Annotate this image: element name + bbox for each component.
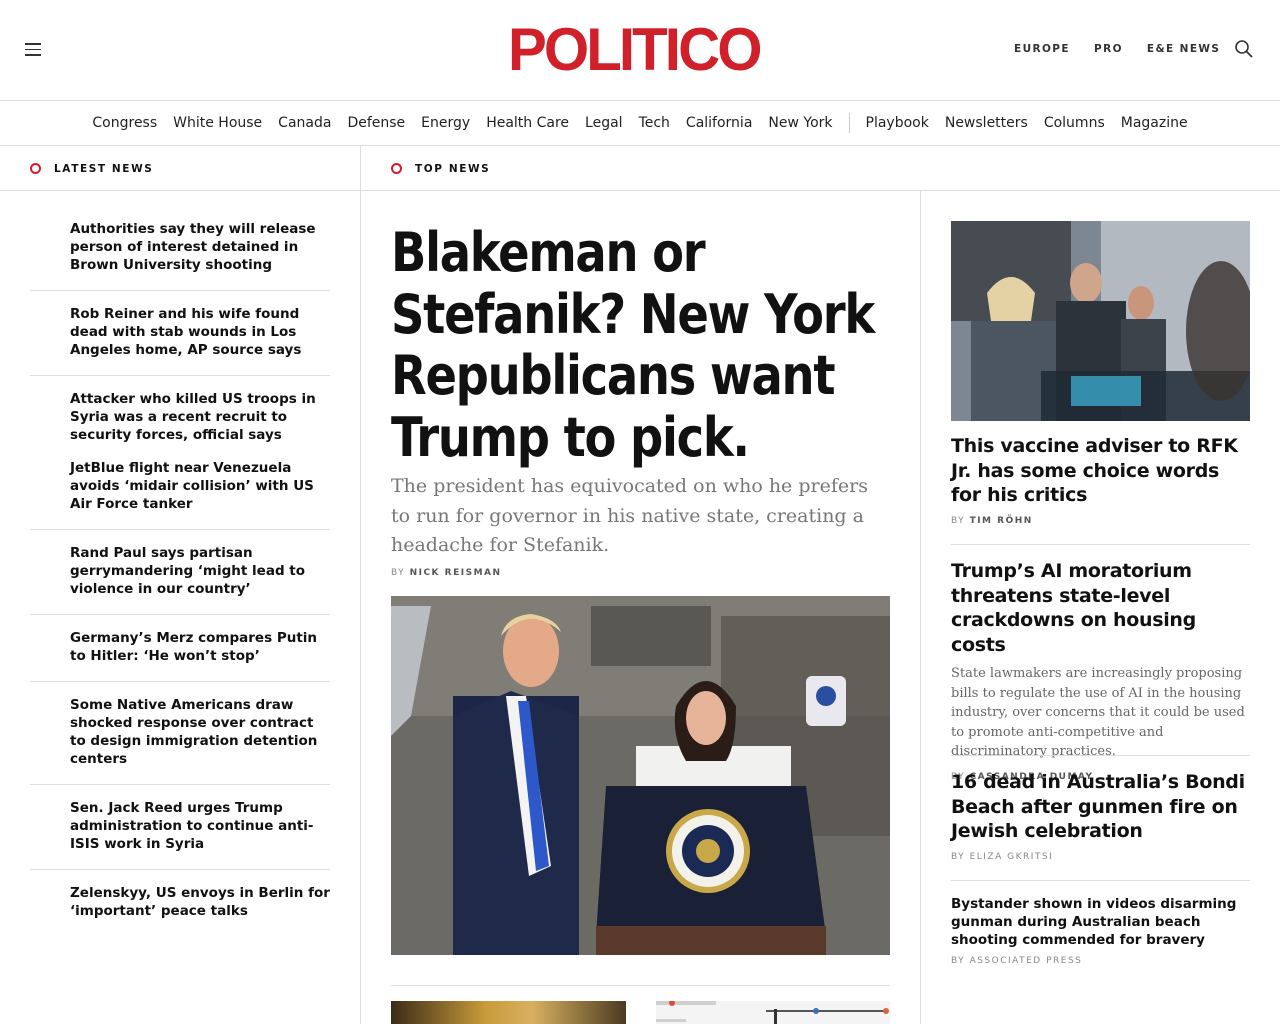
story-thumbnail[interactable]: [391, 1001, 626, 1024]
headline[interactable]: Germany’s Merz compares Putin to Hitler:…: [70, 629, 330, 665]
divider: [951, 755, 1250, 756]
nav-energy[interactable]: Energy: [421, 115, 470, 131]
lead-photo[interactable]: [391, 596, 890, 955]
chart-thumbnail-icon: [656, 1001, 889, 1024]
nav-newsletters[interactable]: Newsletters: [945, 115, 1028, 131]
nav-white-house[interactable]: White House: [173, 115, 262, 131]
author-link[interactable]: ASSOCIATED PRESS: [970, 956, 1083, 966]
list-item[interactable]: Rob Reiner and his wife found dead with …: [30, 291, 330, 376]
latest-news-list: Authorities say they will release person…: [30, 191, 330, 936]
nav-defense[interactable]: Defense: [347, 115, 405, 131]
section-nav: Congress White House Canada Defense Ener…: [0, 101, 1280, 146]
story-photo[interactable]: [951, 221, 1250, 421]
headline[interactable]: Some Native Americans draw shocked respo…: [70, 696, 330, 768]
headline[interactable]: Sen. Jack Reed urges Trump administratio…: [70, 799, 330, 853]
link-ee-news[interactable]: E&E NEWS: [1147, 43, 1220, 55]
story-card[interactable]: 16 dead in Australia’s Bondi Beach after…: [951, 770, 1250, 862]
story-card[interactable]: Trump’s AI moratorium threatens state-le…: [951, 559, 1250, 782]
list-item[interactable]: Zelenskyy, US envoys in Berlin for ‘impo…: [30, 870, 330, 936]
divider: [951, 880, 1250, 881]
story-card[interactable]: This vaccine adviser to RFK Jr. has some…: [951, 434, 1250, 526]
red-circle-icon: [30, 163, 41, 174]
nav-columns[interactable]: Columns: [1044, 115, 1105, 131]
column-divider: [920, 191, 921, 1024]
byline-prefix: BY: [391, 568, 406, 578]
latest-news-header: LATEST NEWS: [30, 146, 153, 191]
author-link[interactable]: ELIZA GKRITSI: [970, 852, 1054, 862]
story-dek: State lawmakers are increasingly proposi…: [951, 666, 1245, 759]
search-icon[interactable]: [1234, 39, 1254, 59]
nav-magazine[interactable]: Magazine: [1121, 115, 1188, 131]
top-links: EUROPE PRO E&E NEWS: [1014, 43, 1244, 55]
nav-legal[interactable]: Legal: [585, 115, 623, 131]
headline[interactable]: JetBlue flight near Venezuela avoids ‘mi…: [70, 459, 330, 513]
nav-new-york[interactable]: New York: [768, 115, 832, 131]
nav-divider: [848, 113, 850, 133]
story-headline[interactable]: This vaccine adviser to RFK Jr. has some…: [951, 434, 1250, 508]
lead-dek: The president has equivocated on who he …: [391, 475, 868, 556]
top-news-label: TOP NEWS: [415, 162, 491, 175]
nav-canada[interactable]: Canada: [278, 115, 331, 131]
byline-prefix: BY: [951, 851, 966, 862]
divider: [951, 544, 1250, 545]
story-thumbnail[interactable]: [656, 1001, 890, 1024]
headline[interactable]: Rand Paul says partisan gerrymandering ‘…: [70, 544, 330, 598]
nav-health-care[interactable]: Health Care: [486, 115, 569, 131]
list-item[interactable]: Rand Paul says partisan gerrymandering ‘…: [30, 530, 330, 615]
column-headers: LATEST NEWS TOP NEWS: [0, 146, 1280, 191]
story-card[interactable]: Bystander shown in videos disarming gunm…: [951, 895, 1250, 966]
menu-icon[interactable]: [25, 43, 41, 57]
story-byline: BY ASSOCIATED PRESS: [951, 956, 1250, 966]
list-item[interactable]: Sen. Jack Reed urges Trump administratio…: [30, 785, 330, 870]
latest-news-label: LATEST NEWS: [54, 162, 154, 175]
top-news-header: TOP NEWS: [391, 146, 490, 191]
politico-logo[interactable]: POLITICO: [508, 20, 762, 80]
site-header: POLITICO EUROPE PRO E&E NEWS: [0, 0, 1280, 101]
headline[interactable]: Zelenskyy, US envoys in Berlin for ‘impo…: [70, 884, 330, 920]
photo-illustration: [391, 596, 890, 955]
headline[interactable]: Attacker who killed US troops in Syria w…: [70, 390, 330, 444]
column-divider: [360, 146, 361, 1024]
author-link[interactable]: NICK REISMAN: [410, 568, 502, 578]
link-europe[interactable]: EUROPE: [1014, 43, 1070, 55]
list-item[interactable]: Authorities say they will release person…: [30, 191, 330, 291]
divider: [391, 985, 890, 986]
lead-headline[interactable]: Blakeman or Stefanik? New York Republica…: [391, 222, 881, 468]
headline[interactable]: Rob Reiner and his wife found dead with …: [70, 305, 330, 359]
story-byline: BY ELIZA GKRITSI: [951, 852, 1250, 862]
list-item[interactable]: Some Native Americans draw shocked respo…: [30, 682, 330, 785]
photo-illustration: [951, 221, 1250, 421]
byline-prefix: BY: [951, 956, 966, 966]
list-item[interactable]: Attacker who killed US troops in Syria w…: [30, 376, 330, 530]
byline-prefix: BY: [951, 515, 966, 526]
lead-byline: BY NICK REISMAN: [391, 568, 502, 578]
nav-congress[interactable]: Congress: [92, 115, 157, 131]
story-headline[interactable]: Bystander shown in videos disarming gunm…: [951, 895, 1250, 949]
link-pro[interactable]: PRO: [1094, 43, 1123, 55]
story-headline[interactable]: 16 dead in Australia’s Bondi Beach after…: [951, 770, 1250, 844]
headline[interactable]: Authorities say they will release person…: [70, 220, 330, 274]
red-circle-icon: [391, 163, 402, 174]
author-link[interactable]: TIM RÖHN: [970, 516, 1033, 526]
nav-tech[interactable]: Tech: [639, 115, 670, 131]
nav-playbook[interactable]: Playbook: [866, 115, 929, 131]
list-item[interactable]: Germany’s Merz compares Putin to Hitler:…: [30, 615, 330, 682]
story-headline[interactable]: Trump’s AI moratorium threatens state-le…: [951, 559, 1250, 657]
story-byline: BY TIM RÖHN: [951, 516, 1250, 526]
nav-california[interactable]: California: [686, 115, 752, 131]
